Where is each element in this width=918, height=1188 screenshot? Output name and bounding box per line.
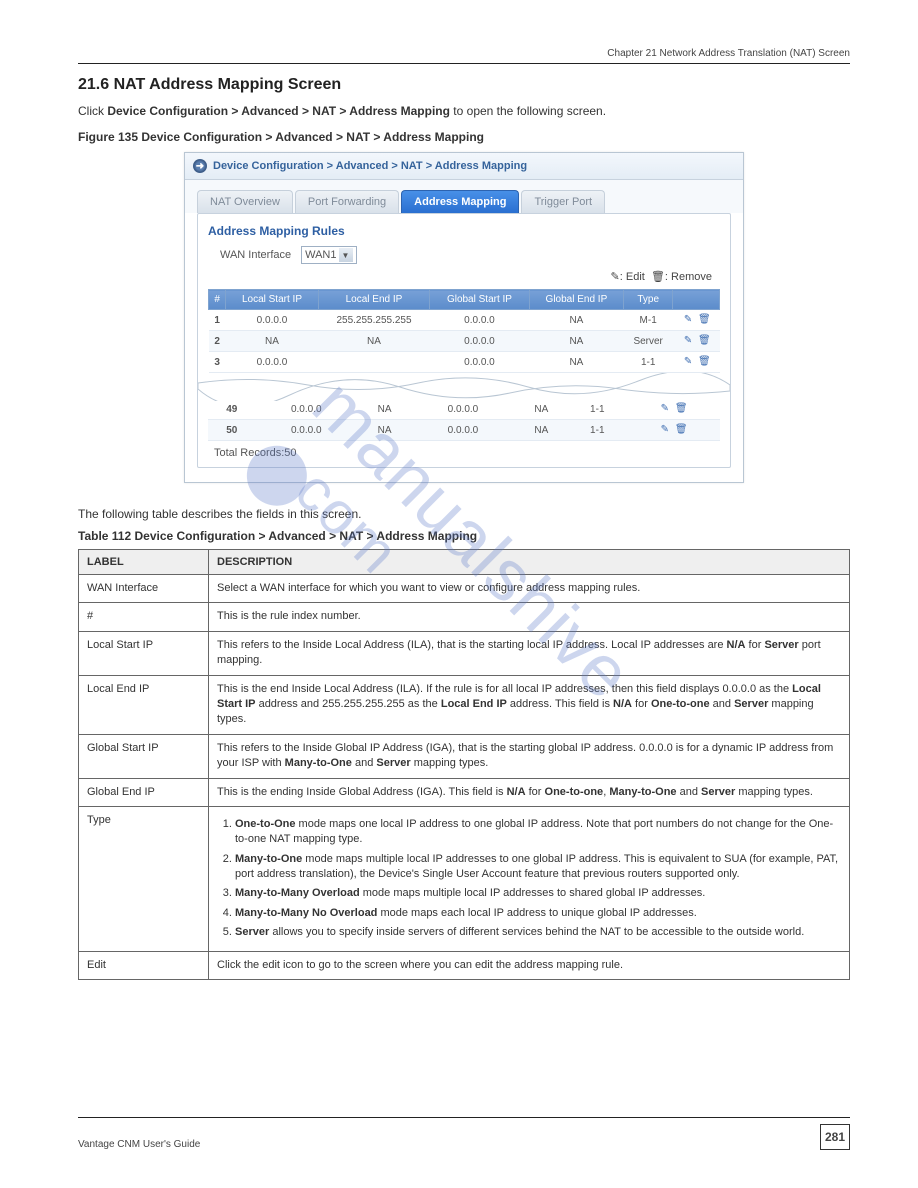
- table-row: Local End IPThis is the end Inside Local…: [79, 675, 850, 734]
- table-row: EditClick the edit icon to go to the scr…: [79, 951, 850, 979]
- edit-icon: ✎: [611, 271, 620, 283]
- col-header: Type: [624, 290, 673, 310]
- col-header: [673, 290, 720, 310]
- wan-label: WAN Interface: [220, 249, 291, 261]
- tabs: NAT OverviewPort ForwardingAddress Mappi…: [185, 180, 743, 213]
- page-number: 281: [820, 1124, 850, 1150]
- rules-table: #Local Start IPLocal End IPGlobal Start …: [208, 289, 720, 373]
- edit-icon[interactable]: ✎: [659, 403, 671, 415]
- table-row: TypeOne-to-One mode maps one local IP ad…: [79, 806, 850, 951]
- table-row: 490.0.0.0NA0.0.0.0NA1-1✎🗑: [208, 399, 720, 420]
- chevron-down-icon: ▼: [339, 248, 353, 262]
- trash-icon[interactable]: 🗑: [675, 403, 687, 415]
- panel-title: Address Mapping Rules: [208, 224, 720, 238]
- total-records: Total Records:50: [208, 447, 720, 459]
- breadcrumb: ➜ Device Configuration > Advanced > NAT …: [185, 153, 743, 180]
- legend: ✎: Edit 🗑: Remove: [208, 270, 712, 283]
- description-table: LABEL DESCRIPTION WAN InterfaceSelect a …: [78, 549, 850, 980]
- edit-icon[interactable]: ✎: [682, 314, 694, 326]
- edit-icon[interactable]: ✎: [682, 335, 694, 347]
- section-description: Click Device Configuration > Advanced > …: [78, 102, 850, 120]
- table-row: 2NANA0.0.0.0NAServer✎🗑: [209, 331, 720, 352]
- section-heading: 21.6 NAT Address Mapping Screen: [78, 76, 850, 94]
- table-row: #This is the rule index number.: [79, 603, 850, 631]
- table-row: Global Start IPThis refers to the Inside…: [79, 734, 850, 778]
- tab-nat-overview[interactable]: NAT Overview: [197, 190, 293, 213]
- col-header: Global Start IP: [430, 290, 529, 310]
- edit-icon[interactable]: ✎: [682, 356, 694, 368]
- trash-icon[interactable]: 🗑: [698, 356, 710, 368]
- trash-icon[interactable]: 🗑: [675, 424, 687, 436]
- table-row: 10.0.0.0255.255.255.2550.0.0.0NAM-1✎🗑: [209, 310, 720, 331]
- col-header: Global End IP: [529, 290, 624, 310]
- rules-panel: Address Mapping Rules WAN Interface WAN1…: [197, 213, 731, 468]
- th-desc: DESCRIPTION: [209, 550, 850, 575]
- col-header: Local Start IP: [226, 290, 318, 310]
- tab-address-mapping[interactable]: Address Mapping: [401, 190, 519, 213]
- header-text: Chapter 21 Network Address Translation (…: [607, 48, 850, 63]
- table-intro: The following table describes the fields…: [78, 507, 850, 521]
- tab-trigger-port[interactable]: Trigger Port: [521, 190, 605, 213]
- table-row: 30.0.0.00.0.0.0NA1-1✎🗑: [209, 352, 720, 373]
- edit-icon[interactable]: ✎: [659, 424, 671, 436]
- col-header: #: [209, 290, 226, 310]
- wan-select[interactable]: WAN1 ▼: [301, 246, 356, 264]
- rules-table-bottom: 490.0.0.0NA0.0.0.0NA1-1✎🗑500.0.0.0NA0.0.…: [208, 399, 720, 441]
- col-header: Local End IP: [318, 290, 430, 310]
- table-row: Local Start IPThis refers to the Inside …: [79, 631, 850, 675]
- trash-icon[interactable]: 🗑: [698, 335, 710, 347]
- table-caption: Table 112 Device Configuration > Advance…: [78, 529, 850, 543]
- tear-gap: [208, 373, 720, 399]
- table-row: Global End IPThis is the ending Inside G…: [79, 778, 850, 806]
- figure-label: Figure 135 Device Configuration > Advanc…: [78, 130, 850, 144]
- trash-icon: 🗑: [651, 271, 665, 283]
- arrow-icon: ➜: [193, 159, 207, 173]
- trash-icon[interactable]: 🗑: [698, 314, 710, 326]
- screenshot-panel: ➜ Device Configuration > Advanced > NAT …: [184, 152, 744, 483]
- table-row: 500.0.0.0NA0.0.0.0NA1-1✎🗑: [208, 420, 720, 441]
- footer-guide: Vantage CNM User's Guide: [78, 1139, 200, 1150]
- tab-port-forwarding[interactable]: Port Forwarding: [295, 190, 399, 213]
- th-label: LABEL: [79, 550, 209, 575]
- table-row: WAN InterfaceSelect a WAN interface for …: [79, 575, 850, 603]
